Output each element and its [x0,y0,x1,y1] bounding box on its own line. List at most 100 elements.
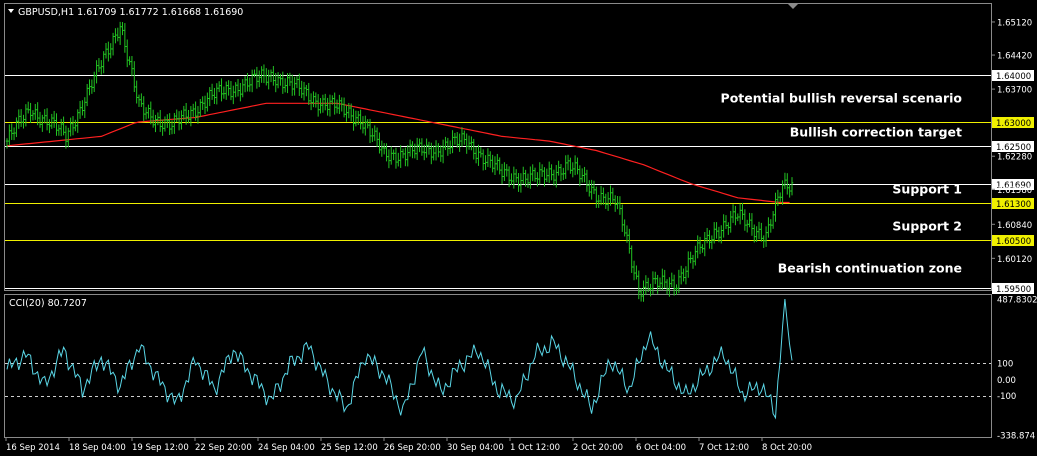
candle [757,221,761,240]
candle [595,186,598,208]
candle [109,43,113,59]
candle [408,139,412,157]
level-price-label: 1.61300 [996,200,1031,210]
candle [371,128,374,143]
candle [632,260,636,281]
candle [69,117,72,137]
candle [326,97,329,116]
cci-tick-label: 0.00 [997,376,1016,386]
time-tick-label: 2 Oct 20:00 [573,443,623,453]
candle [300,80,303,99]
candle [92,71,96,93]
candle [375,127,379,147]
candle [76,109,80,133]
candle [474,146,478,164]
candle [397,152,400,167]
candle [562,167,565,180]
scroll-marker-icon[interactable] [788,4,798,9]
candle [430,142,433,165]
candle [41,114,44,132]
candle [444,136,447,151]
candle [503,162,506,181]
candle [465,133,468,154]
candle [710,235,714,250]
candle [658,277,662,290]
candle [203,95,207,114]
candle [201,96,204,110]
candle [104,42,108,59]
candle [694,245,697,266]
candle [677,269,681,294]
level-annotation: Bearish continuation zone [778,261,962,276]
candle [260,66,263,83]
candle [352,108,355,131]
candle [38,111,42,128]
candle [66,127,70,148]
price-tick-label: 1.65120 [997,18,1032,28]
candle [281,71,285,94]
time-tick-label: 8 Oct 20:00 [762,443,812,453]
candle [309,93,313,111]
candle [59,118,63,137]
candle [166,114,169,128]
candle [519,173,523,193]
menu-triangle-icon[interactable] [8,9,14,13]
candle [552,169,556,186]
candle [184,102,188,125]
time-tick-label: 26 Sep 20:00 [384,443,441,453]
candle [366,119,369,129]
candle [144,107,148,120]
candle [413,143,417,159]
candle [392,149,395,161]
candle [99,60,103,75]
candle [771,211,775,229]
candle [22,114,25,129]
level-price-label: 1.63000 [996,119,1031,129]
candle [500,163,504,185]
level-price-label: 1.64000 [996,72,1031,82]
candle [472,138,476,160]
candle [364,115,367,136]
candle [590,179,593,200]
candle [467,135,471,150]
candle [514,169,518,183]
candle [748,212,751,228]
candle [95,60,98,84]
candle [576,157,579,175]
candle [602,187,605,205]
candle [52,110,56,128]
candle [74,119,77,132]
candle [670,272,674,288]
candle [253,69,256,78]
candle [425,138,428,158]
candle [83,97,87,119]
candle [276,72,280,89]
candle [543,167,546,187]
cci-tick-label: 487.8302 [997,296,1037,306]
candle [323,93,327,111]
candles-layer [5,21,794,302]
candle [635,265,638,280]
time-tick-label: 16 Sep 2014 [6,443,60,453]
cci-tick-label: 100 [997,359,1013,369]
candle [592,180,596,195]
candle [736,213,740,222]
candle [745,219,749,233]
candle [135,80,138,104]
candle [8,124,11,146]
candle [571,162,575,178]
candle [175,109,179,123]
candle [257,70,261,88]
candle [335,99,339,114]
candle [415,137,419,161]
candle [298,73,301,96]
candle [265,68,268,86]
candle [24,104,28,127]
price-tick-label: 1.61580 [997,186,1032,196]
time-tick-label: 25 Sep 12:00 [321,443,378,453]
candle [140,93,143,107]
level-annotation: Support 1 [892,182,962,197]
candle [293,76,296,96]
candle [616,196,619,210]
candle [439,145,443,162]
